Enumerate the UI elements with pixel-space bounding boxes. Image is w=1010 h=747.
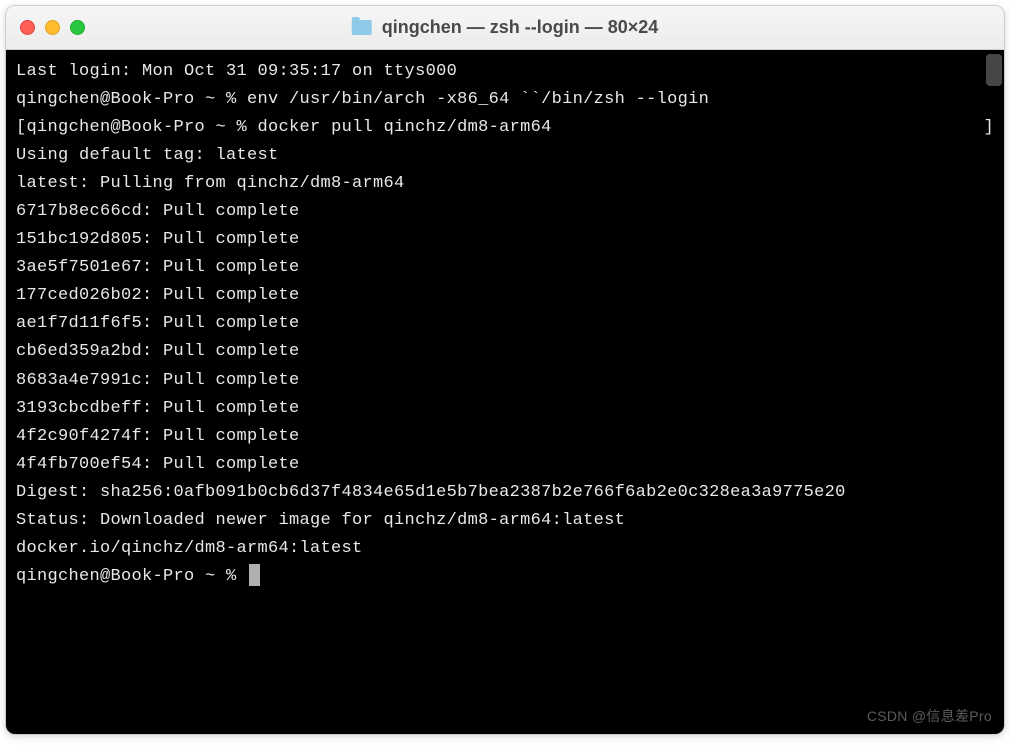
traffic-lights — [20, 20, 85, 35]
terminal-body[interactable]: Last login: Mon Oct 31 09:35:17 on ttys0… — [6, 50, 1004, 734]
maximize-button[interactable] — [70, 20, 85, 35]
terminal-output-line: 151bc192d805: Pull complete — [16, 226, 994, 254]
close-button[interactable] — [20, 20, 35, 35]
terminal-output-line: latest: Pulling from qinchz/dm8-arm64 — [16, 170, 994, 198]
terminal-output-line: docker.io/qinchz/dm8-arm64:latest — [16, 535, 994, 563]
cursor — [249, 564, 260, 586]
watermark: CSDN @信息差Pro — [867, 705, 992, 728]
terminal-output-line: 3193cbcdbeff: Pull complete — [16, 395, 994, 423]
terminal-prompt: qingchen@Book-Pro ~ % — [16, 567, 247, 586]
terminal-output-line: [qingchen@Book-Pro ~ % docker pull qinch… — [16, 114, 994, 142]
window-title: qingchen — zsh --login — 80×24 — [382, 17, 659, 38]
terminal-output-line: 4f4fb700ef54: Pull complete — [16, 451, 994, 479]
terminal-output-line: 4f2c90f4274f: Pull complete — [16, 423, 994, 451]
terminal-output-line: qingchen@Book-Pro ~ % env /usr/bin/arch … — [16, 86, 994, 114]
terminal-output-line: 8683a4e7991c: Pull complete — [16, 367, 994, 395]
terminal-output-line: 3ae5f7501e67: Pull complete — [16, 254, 994, 282]
minimize-button[interactable] — [45, 20, 60, 35]
terminal-output-line: cb6ed359a2bd: Pull complete — [16, 338, 994, 366]
terminal-window: qingchen — zsh --login — 80×24 Last logi… — [5, 5, 1005, 735]
terminal-output-line: 6717b8ec66cd: Pull complete — [16, 198, 994, 226]
terminal-output-line: Using default tag: latest — [16, 142, 994, 170]
terminal-output-line: 177ced026b02: Pull complete — [16, 282, 994, 310]
scrollbar[interactable] — [986, 54, 1002, 86]
terminal-prompt-line: qingchen@Book-Pro ~ % — [16, 563, 994, 591]
terminal-output-line: ae1f7d11f6f5: Pull complete — [16, 310, 994, 338]
terminal-output-line: Last login: Mon Oct 31 09:35:17 on ttys0… — [16, 58, 994, 86]
folder-icon — [352, 20, 372, 35]
terminal-output-line: Digest: sha256:0afb091b0cb6d37f4834e65d1… — [16, 479, 994, 507]
window-title-container: qingchen — zsh --login — 80×24 — [352, 17, 659, 38]
titlebar[interactable]: qingchen — zsh --login — 80×24 — [6, 6, 1004, 50]
terminal-output-line: Status: Downloaded newer image for qinch… — [16, 507, 994, 535]
